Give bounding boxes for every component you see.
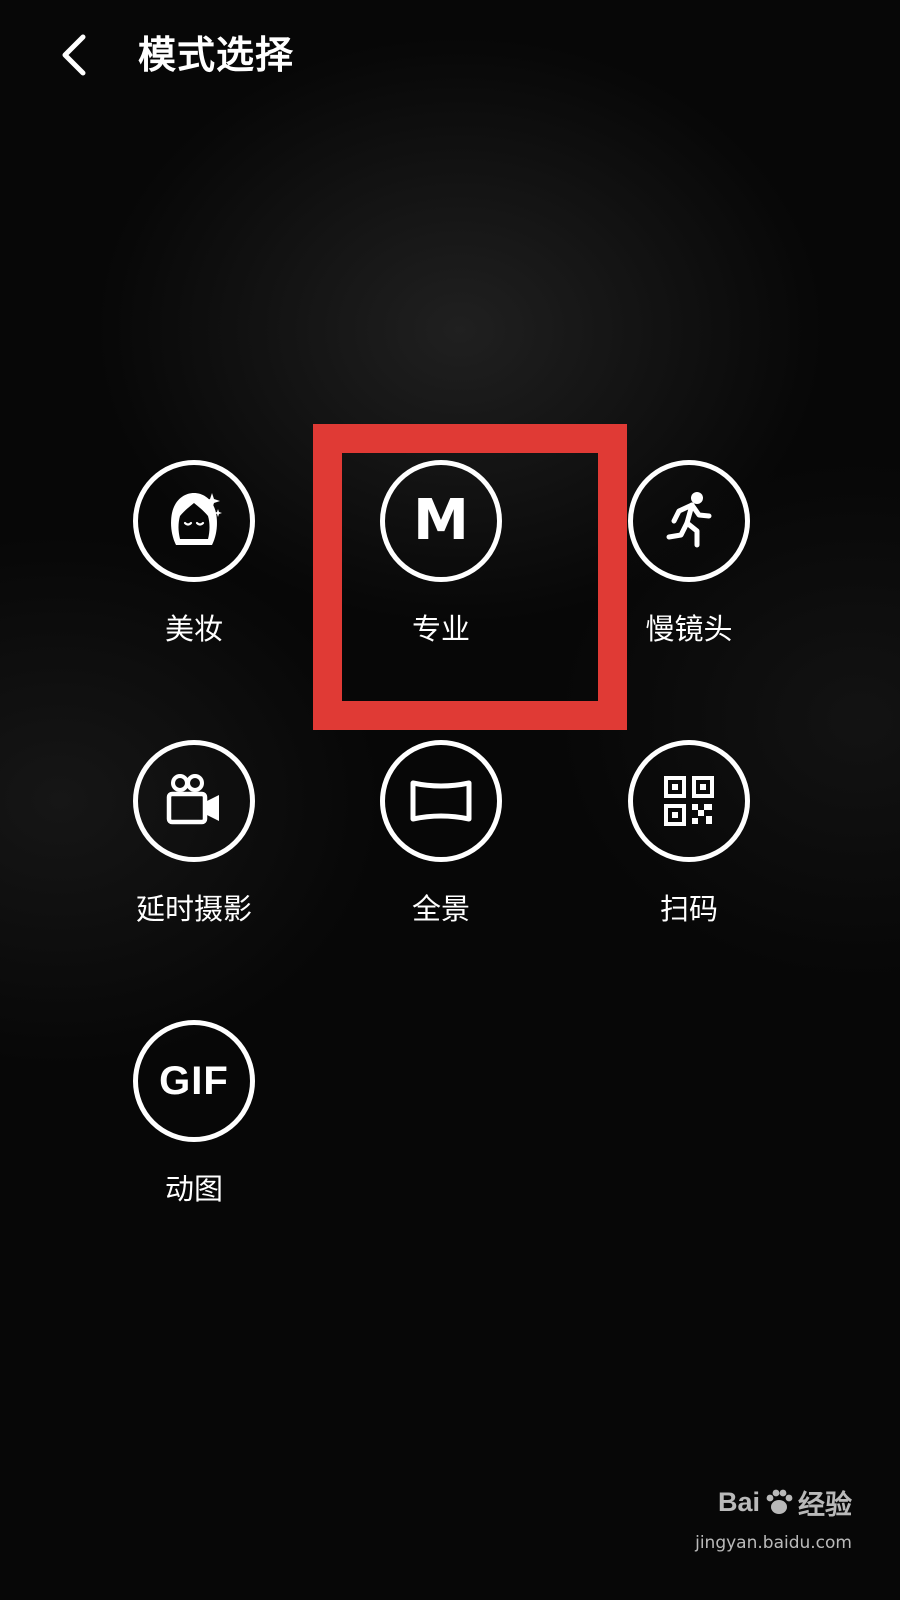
mode-label: 慢镜头 <box>645 612 733 646</box>
mode-icon-circle <box>380 740 502 862</box>
mode-gif[interactable]: GIF 动图 <box>84 1020 304 1230</box>
mode-beauty[interactable]: 美妆 <box>84 460 304 670</box>
mode-icon-circle <box>133 740 255 862</box>
mode-icon-circle: GIF <box>133 1020 255 1142</box>
watermark-url: jingyan.baidu.com <box>695 1533 852 1553</box>
beauty-face-icon <box>171 493 222 545</box>
mode-icon-circle <box>628 740 750 862</box>
mode-label: 全景 <box>411 892 470 926</box>
mode-pro[interactable]: M 专业 <box>331 460 551 670</box>
watermark-brand: Bai 经验 <box>718 1483 852 1522</box>
running-person-icon <box>666 492 712 548</box>
mode-label: 美妆 <box>164 612 223 646</box>
mode-scan[interactable]: 扫码 <box>579 740 799 950</box>
mode-icon-circle <box>133 460 255 582</box>
mode-label: 延时摄影 <box>135 892 252 926</box>
mode-icon-circle: M <box>380 460 502 582</box>
video-camera-icon <box>166 774 219 825</box>
paw-icon <box>766 1489 793 1514</box>
mode-slow-motion[interactable]: 慢镜头 <box>579 460 799 670</box>
watermark-brand-left: Bai <box>717 1487 760 1517</box>
mode-label: 扫码 <box>659 892 718 926</box>
mode-timelapse[interactable]: 延时摄影 <box>84 740 304 950</box>
watermark: Bai 经验 jingyan.baidu.com <box>682 1475 852 1570</box>
qr-code-icon <box>664 776 714 826</box>
pro-m-icon: M <box>413 488 469 553</box>
mode-label: 专业 <box>411 612 470 646</box>
mode-icon-circle <box>628 460 750 582</box>
gif-icon: GIF <box>159 1059 229 1103</box>
panorama-icon <box>410 780 472 822</box>
mode-panorama[interactable]: 全景 <box>331 740 551 950</box>
mode-label: 动图 <box>164 1172 223 1206</box>
mode-grid: 美妆 M 专业 慢镜头 延时摄影 全景 扫码 GIF 动图 <box>0 0 900 1600</box>
watermark-brand-right: 经验 <box>798 1490 852 1521</box>
